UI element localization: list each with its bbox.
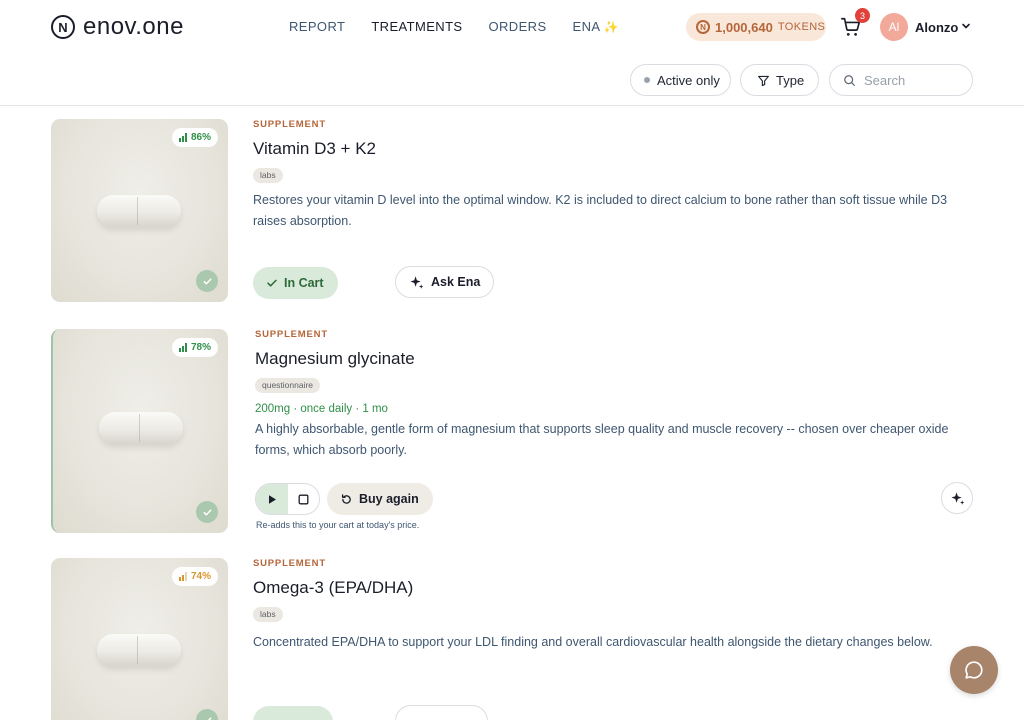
capsule-image bbox=[97, 634, 181, 666]
logo[interactable]: N enov.one bbox=[51, 13, 184, 41]
match-score-badge: 78% bbox=[171, 338, 218, 357]
play-stop-control bbox=[255, 483, 320, 515]
capsule-image bbox=[99, 412, 183, 444]
search-input[interactable] bbox=[864, 72, 960, 88]
card-category: SUPPLEMENT bbox=[253, 558, 326, 569]
ask-ena-label: Ask Ena bbox=[431, 275, 481, 289]
chat-button[interactable] bbox=[950, 646, 998, 694]
avatar[interactable]: Al bbox=[880, 13, 908, 41]
top-bar: N enov.one REPORT TREATMENTS ORDERS ENA … bbox=[0, 0, 1024, 54]
token-coin-icon: N bbox=[696, 20, 710, 34]
card-description: Concentrated EPA/DHA to support your LDL… bbox=[253, 635, 933, 649]
refresh-icon bbox=[341, 493, 351, 504]
buy-again-label: Buy again bbox=[359, 492, 419, 506]
match-score-value: 78% bbox=[190, 342, 211, 353]
filter-bar: Active only Type bbox=[0, 60, 1024, 106]
chat-bubble-icon bbox=[965, 661, 983, 679]
treatment-card: 78% SUPPLEMENT Magnesium glycinate quest… bbox=[51, 329, 976, 533]
ask-ena-button[interactable]: Ask Ena bbox=[395, 266, 495, 298]
ask-ena-button[interactable] bbox=[395, 705, 488, 720]
signal-bars-icon bbox=[178, 343, 187, 352]
logo-text: enov.one bbox=[83, 13, 184, 40]
check-icon bbox=[196, 501, 218, 523]
product-image[interactable]: 74% bbox=[51, 558, 228, 720]
card-content: SUPPLEMENT Magnesium glycinate questionn… bbox=[255, 329, 978, 461]
search-box[interactable] bbox=[829, 64, 973, 96]
treatment-card: 74% SUPPLEMENT Omega-3 (EPA/DHA) labs Co… bbox=[51, 558, 976, 720]
product-image[interactable]: 86% bbox=[51, 119, 228, 302]
check-icon bbox=[196, 270, 218, 292]
card-category: SUPPLEMENT bbox=[253, 119, 326, 130]
signal-bars-icon bbox=[178, 572, 187, 581]
tokens-balance[interactable]: N 1,000,640 TOKENS bbox=[686, 13, 826, 41]
nav-ena[interactable]: ENA ✨ bbox=[573, 19, 620, 34]
user-name[interactable]: Alonzo bbox=[915, 20, 958, 35]
type-filter-label: Type bbox=[776, 72, 805, 88]
source-tag: labs bbox=[253, 607, 283, 622]
card-content: SUPPLEMENT Vitamin D3 + K2 labs Restores… bbox=[253, 119, 976, 232]
card-title: Magnesium glycinate bbox=[255, 349, 415, 368]
filter-icon bbox=[758, 75, 769, 86]
active-only-label: Active only bbox=[657, 72, 720, 88]
chevron-down-icon[interactable] bbox=[960, 20, 972, 32]
nav-treatments[interactable]: TREATMENTS bbox=[371, 19, 462, 34]
card-description: A highly absorbable, gentle form of magn… bbox=[255, 422, 949, 457]
ask-ena-icon-button[interactable] bbox=[941, 482, 973, 514]
source-tag: questionnaire bbox=[255, 378, 321, 393]
tokens-amount: 1,000,640 bbox=[715, 19, 773, 35]
match-score-value: 74% bbox=[190, 571, 211, 582]
play-icon bbox=[268, 494, 276, 504]
card-category: SUPPLEMENT bbox=[255, 329, 328, 340]
in-cart-label: In Cart bbox=[284, 276, 324, 290]
nav-report[interactable]: REPORT bbox=[289, 19, 345, 34]
signal-bars-icon bbox=[178, 133, 187, 142]
in-cart-button[interactable] bbox=[253, 706, 333, 720]
dosage-info: 200mg · once daily · 1 mo bbox=[255, 403, 388, 415]
card-title: Vitamin D3 + K2 bbox=[253, 139, 377, 158]
card-title: Omega-3 (EPA/DHA) bbox=[253, 578, 414, 597]
card-description: Restores your vitamin D level into the o… bbox=[253, 193, 948, 228]
active-only-toggle[interactable]: Active only bbox=[630, 64, 731, 96]
buy-again-button[interactable]: Buy again bbox=[327, 483, 433, 515]
main-nav: REPORT TREATMENTS ORDERS ENA ✨ bbox=[289, 19, 645, 34]
sparkle-icon: ✨ bbox=[603, 20, 620, 34]
product-image[interactable]: 78% bbox=[51, 329, 228, 533]
card-content: SUPPLEMENT Omega-3 (EPA/DHA) labs Concen… bbox=[253, 558, 976, 653]
match-score-value: 86% bbox=[190, 132, 211, 143]
cart-count-badge: 3 bbox=[855, 8, 870, 23]
nav-orders[interactable]: ORDERS bbox=[489, 19, 547, 34]
match-score-badge: 74% bbox=[171, 567, 218, 586]
check-icon bbox=[196, 709, 218, 720]
capsule-image bbox=[97, 195, 181, 227]
status-dot-icon bbox=[644, 77, 650, 83]
checkmark-icon bbox=[267, 279, 277, 287]
in-cart-button[interactable]: In Cart bbox=[253, 267, 338, 299]
stop-icon bbox=[298, 494, 309, 504]
type-filter-button[interactable]: Type bbox=[740, 64, 819, 96]
sparkles-icon bbox=[950, 491, 964, 505]
sparkles-icon bbox=[410, 275, 424, 289]
match-score-badge: 86% bbox=[171, 128, 218, 147]
source-tag: labs bbox=[253, 168, 283, 183]
play-button[interactable] bbox=[256, 484, 288, 514]
buy-again-hint: Re-adds this to your cart at today's pri… bbox=[256, 520, 420, 530]
tokens-unit: TOKENS bbox=[777, 21, 826, 33]
logo-mark-icon: N bbox=[51, 15, 75, 39]
search-icon bbox=[844, 74, 855, 86]
nav-ena-label: ENA bbox=[572, 19, 600, 34]
treatment-card: 86% SUPPLEMENT Vitamin D3 + K2 labs Rest… bbox=[51, 119, 976, 303]
stop-button[interactable] bbox=[288, 484, 320, 514]
